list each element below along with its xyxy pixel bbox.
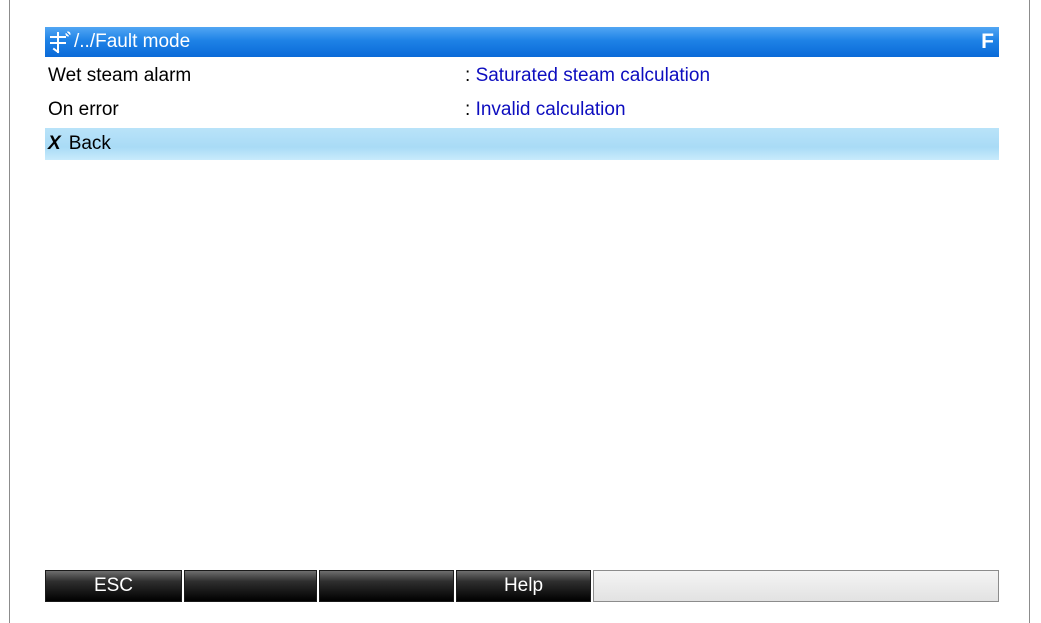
back-x-icon: X xyxy=(48,133,61,154)
mode-indicator: F xyxy=(981,30,994,53)
menu-item-value-text: Saturated steam calculation xyxy=(475,65,711,86)
softkey-bar: ESC Help xyxy=(45,570,999,602)
setup-wrench-icon xyxy=(50,31,71,54)
title-bar: /../Fault mode F xyxy=(45,27,999,57)
back-label: X Back xyxy=(48,128,111,160)
softkey-2[interactable] xyxy=(184,570,317,602)
menu-item-value: : Saturated steam calculation xyxy=(465,60,710,92)
menu-item-label: Wet steam alarm xyxy=(48,65,192,86)
menu-item-value-text: Invalid calculation xyxy=(475,99,626,120)
softkey-info-field xyxy=(593,570,999,602)
back-text: Back xyxy=(68,133,111,154)
menu-item-value: : Invalid calculation xyxy=(465,94,626,126)
value-separator: : xyxy=(465,99,471,120)
menu-item-on-error[interactable]: On error : Invalid calculation xyxy=(45,94,999,126)
softkey-esc[interactable]: ESC xyxy=(45,570,182,602)
softkey-help[interactable]: Help xyxy=(456,570,591,602)
breadcrumb-path: /../Fault mode xyxy=(74,31,191,52)
menu-item-back[interactable]: X Back xyxy=(45,128,999,160)
value-separator: : xyxy=(465,65,471,86)
menu-item-wet-steam-alarm[interactable]: Wet steam alarm : Saturated steam calcul… xyxy=(45,60,999,92)
softkey-3[interactable] xyxy=(319,570,454,602)
menu-item-label: On error xyxy=(48,99,119,120)
